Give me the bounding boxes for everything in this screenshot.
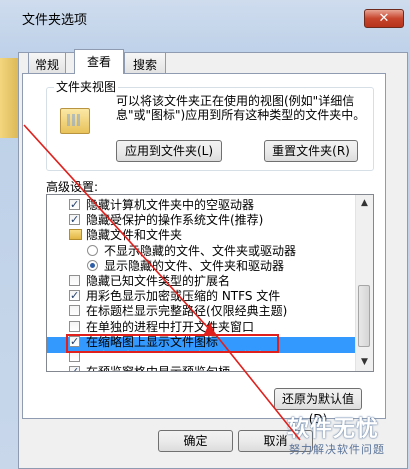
radio-button[interactable] [87,259,98,271]
folder-icon [69,229,82,241]
settings-row-label: 显示隐藏的文件、文件夹和驱动器 [104,258,285,273]
close-button[interactable]: ✕ [364,9,404,28]
apply-to-folders-button[interactable]: 应用到文件夹(L) [116,140,222,162]
checkbox[interactable] [69,197,80,213]
tab-label: 查看 [86,55,111,69]
folder-views-description: 可以将该文件夹正在使用的视图(例如"详细信息"或"图标")应用到所有这种类型的文… [116,94,366,122]
checkbox[interactable] [69,288,80,304]
ok-button[interactable]: 确定 [158,430,233,452]
settings-row-label: 用彩色显示加密或压缩的 NTFS 文件 [86,289,281,304]
tab-search[interactable]: 搜索 [124,52,166,74]
settings-row-label: 隐藏计算机文件夹中的空驱动器 [86,198,255,212]
annotation-highlight-box [66,334,279,353]
watermark-sub-text: 努力解决软件问题 [289,443,385,456]
tab-label: 搜索 [132,58,157,72]
checkbox[interactable] [69,275,80,286]
scroll-up-arrow-icon[interactable]: ▲ [356,195,373,212]
title-bar[interactable]: 文件夹选项 ✕ [0,0,410,34]
vertical-scrollbar[interactable]: ▲ ▼ [355,195,373,371]
settings-row-label: 隐藏文件和文件夹 [86,228,183,243]
checkbox[interactable] [69,364,80,371]
settings-row-label: 隐藏受保护的操作系统文件(推荐) [86,213,264,228]
settings-row-label: 隐藏已知文件类型的扩展名 [86,274,231,288]
window-title: 文件夹选项 [22,13,88,28]
settings-row-label: 不显示隐藏的文件、文件夹或驱动器 [104,243,297,258]
scroll-thumb[interactable] [358,285,370,347]
scroll-down-arrow-icon[interactable]: ▼ [356,354,373,371]
folder-views-title: 文件夹视图 [54,78,119,95]
checkbox[interactable] [69,320,80,332]
folder-view-icon [60,108,90,134]
settings-row-label: 在预览窗格中显示预览句柄 [86,364,230,371]
settings-row-label: 在标题栏显示完整路径(仅限经典主题) [86,304,288,319]
tab-general[interactable]: 常规 [28,52,66,74]
tab-label: 常规 [34,58,59,72]
folder-options-dialog: 文件夹选项 ✕ 常规 查看 搜索 文件夹视图 可以将该文件夹正在使用的视图(例如… [0,0,410,469]
checkbox[interactable] [69,305,80,317]
watermark-logo: 软件无忧 努力解决软件问题 [283,405,408,465]
advanced-settings-label: 高级设置: [46,180,99,194]
tab-view[interactable]: 查看 [74,49,124,74]
radio-button[interactable] [87,244,98,256]
checkbox[interactable] [69,212,80,228]
reset-folders-button[interactable]: 重置文件夹(R) [264,140,358,162]
watermark-main-text: 软件无忧 [287,417,380,442]
settings-row-label: 在单独的进程中打开文件夹窗口 [86,319,255,334]
